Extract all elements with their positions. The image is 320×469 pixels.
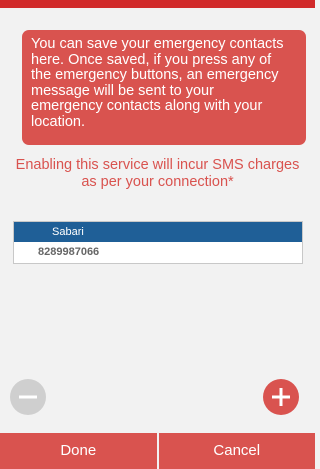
info-line: location. [31, 113, 86, 130]
info-line: message will be sent to your [31, 82, 214, 99]
sms-charges-notice: Enabling this service will incur SMS cha… [0, 157, 315, 191]
contact-number: 8289987066 [38, 246, 100, 258]
notice-line: as per your connection* [81, 174, 234, 190]
plus-icon [272, 388, 290, 406]
add-contact-button[interactable] [263, 379, 299, 415]
contact-name: Sabari [14, 222, 302, 242]
info-line: emergency contacts along with your [31, 98, 263, 114]
info-line: You can save your emergency contacts [31, 36, 284, 52]
cancel-button[interactable]: Cancel [159, 433, 316, 469]
info-line: the emergency buttons, an emergency [31, 67, 279, 83]
info-line: here. Once saved, if you press any of [31, 51, 272, 68]
notice-line: Enabling this service will incur SMS cha… [15, 157, 300, 173]
info-message-box: You can save your emergency contacts her… [22, 30, 306, 145]
contact-card[interactable]: Sabari 8289987066 [13, 221, 303, 264]
done-button[interactable]: Done [0, 433, 159, 469]
bottom-action-bar: Done Cancel [0, 433, 315, 469]
remove-contact-button[interactable] [10, 379, 46, 415]
top-strip [0, 0, 315, 8]
minus-icon [19, 395, 37, 399]
